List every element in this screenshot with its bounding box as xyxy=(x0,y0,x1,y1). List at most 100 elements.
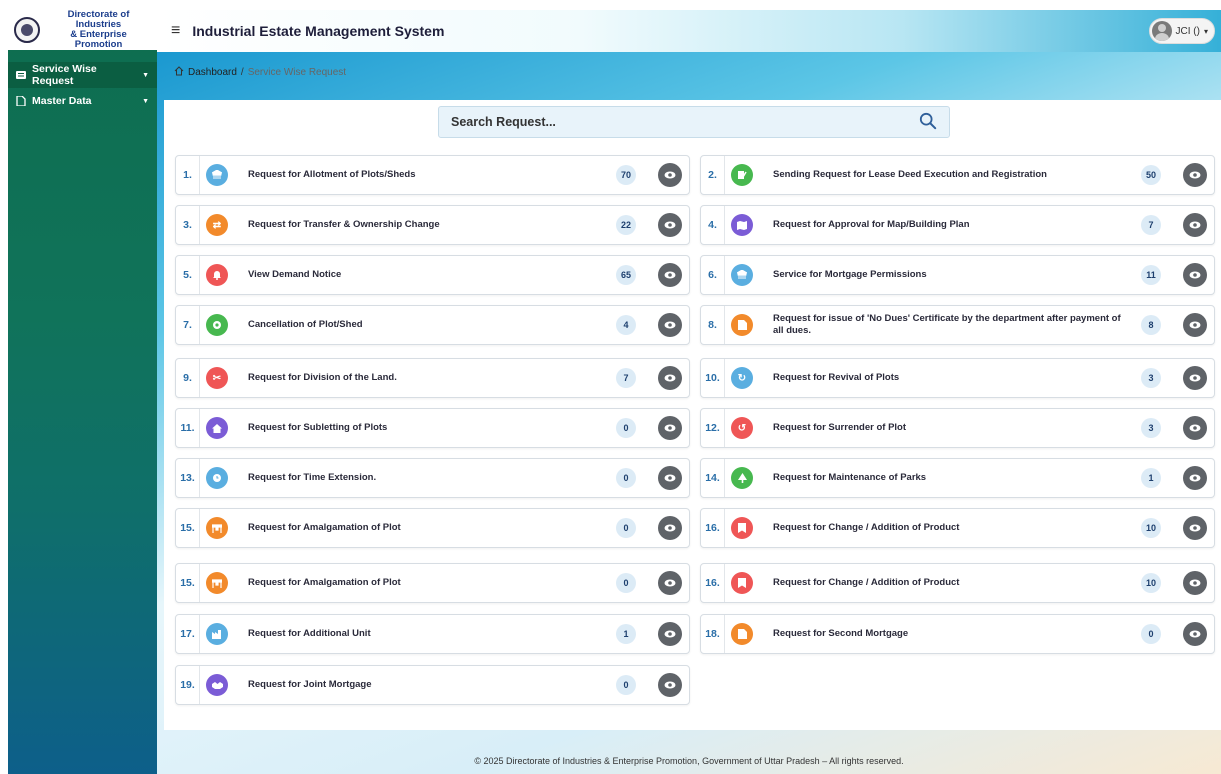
request-count: 22 xyxy=(616,215,636,235)
request-card[interactable]: 8. Request for issue of 'No Dues' Certif… xyxy=(700,305,1215,345)
sidebar: Directorate of Industries & Enterprise P… xyxy=(8,10,157,774)
view-eye-button[interactable] xyxy=(658,213,682,237)
request-card[interactable]: 9. ✂ Request for Division of the Land. 7 xyxy=(175,358,690,398)
request-number: 10. xyxy=(701,359,725,397)
request-label: Request for Division of the Land. xyxy=(248,372,397,383)
request-number: 15. xyxy=(176,564,200,602)
request-card[interactable]: 18. Request for Second Mortgage 0 xyxy=(700,614,1215,654)
view-eye-button[interactable] xyxy=(1183,163,1207,187)
search-icon[interactable] xyxy=(919,112,937,133)
request-label: Request for Approval for Map/Building Pl… xyxy=(773,219,970,230)
eye-icon xyxy=(1189,271,1201,279)
view-eye-button[interactable] xyxy=(658,622,682,646)
user-menu[interactable]: JCI () ▾ xyxy=(1148,18,1215,44)
refresh-icon: ↻ xyxy=(731,367,753,389)
request-count: 1 xyxy=(616,624,636,644)
view-eye-button[interactable] xyxy=(1183,571,1207,595)
request-label: Request for Allotment of Plots/Sheds xyxy=(248,169,416,180)
request-card[interactable]: 12. ↺ Request for Surrender of Plot 3 xyxy=(700,408,1215,448)
hamburger-menu-icon[interactable]: ≡ xyxy=(171,22,180,40)
request-label: Request for Amalgamation of Plot xyxy=(248,522,401,533)
sidebar-item-label: Service Wise Request xyxy=(32,63,97,87)
view-eye-button[interactable] xyxy=(658,516,682,540)
eye-icon xyxy=(664,271,676,279)
request-card[interactable]: 15. Request for Amalgamation of Plot 0 xyxy=(175,563,690,603)
request-label: Sending Request for Lease Deed Execution… xyxy=(773,169,1047,180)
search-input[interactable] xyxy=(451,115,919,129)
request-card[interactable]: 6. Service for Mortgage Permissions 11 xyxy=(700,255,1215,295)
header: ≡ Industrial Estate Management System JC… xyxy=(157,10,1221,52)
eye-icon xyxy=(664,474,676,482)
request-card[interactable]: 7. Cancellation of Plot/Shed 4 xyxy=(175,305,690,345)
request-count: 10 xyxy=(1141,518,1161,538)
view-eye-button[interactable] xyxy=(1183,622,1207,646)
transfer-icon: ⇄ xyxy=(206,214,228,236)
eye-icon xyxy=(664,374,676,382)
view-eye-button[interactable] xyxy=(658,466,682,490)
request-card[interactable]: 5. View Demand Notice 65 xyxy=(175,255,690,295)
request-card[interactable]: 1. Request for Allotment of Plots/Sheds … xyxy=(175,155,690,195)
breadcrumb-separator: / xyxy=(240,67,244,78)
view-eye-button[interactable] xyxy=(658,263,682,287)
breadcrumb-dashboard-link[interactable]: Dashboard xyxy=(188,67,237,78)
request-card[interactable]: 14. Request for Maintenance of Parks 1 xyxy=(700,458,1215,498)
tree-icon xyxy=(731,467,753,489)
request-card[interactable]: 4. Request for Approval for Map/Building… xyxy=(700,205,1215,245)
request-count: 0 xyxy=(616,518,636,538)
view-eye-button[interactable] xyxy=(658,673,682,697)
view-eye-button[interactable] xyxy=(658,163,682,187)
view-eye-button[interactable] xyxy=(1183,416,1207,440)
view-eye-button[interactable] xyxy=(1183,213,1207,237)
brand-line-1: Directorate of Industries xyxy=(67,9,130,30)
request-card[interactable]: 16. Request for Change / Addition of Pro… xyxy=(700,508,1215,548)
request-card[interactable]: 19. Request for Joint Mortgage 0 xyxy=(175,665,690,705)
certificate-icon xyxy=(731,314,753,336)
request-number: 13. xyxy=(176,459,200,497)
request-card[interactable]: 15. Request for Amalgamation of Plot 0 xyxy=(175,508,690,548)
scissors-icon: ✂ xyxy=(206,367,228,389)
request-count: 0 xyxy=(616,418,636,438)
eye-icon xyxy=(664,681,676,689)
request-card[interactable]: 11. Request for Subletting of Plots 0 xyxy=(175,408,690,448)
eye-icon xyxy=(1189,321,1201,329)
request-number: 12. xyxy=(701,409,725,447)
request-card[interactable]: 2. Sending Request for Lease Deed Execut… xyxy=(700,155,1215,195)
view-eye-button[interactable] xyxy=(658,416,682,440)
view-eye-button[interactable] xyxy=(1183,263,1207,287)
view-eye-button[interactable] xyxy=(658,366,682,390)
view-eye-button[interactable] xyxy=(1183,313,1207,337)
view-eye-button[interactable] xyxy=(658,571,682,595)
request-number: 18. xyxy=(701,615,725,653)
request-count: 0 xyxy=(616,468,636,488)
view-eye-button[interactable] xyxy=(1183,366,1207,390)
undo-icon: ↺ xyxy=(731,417,753,439)
eye-icon xyxy=(664,321,676,329)
merge-icon xyxy=(206,517,228,539)
request-number: 3. xyxy=(176,206,200,244)
view-eye-button[interactable] xyxy=(1183,516,1207,540)
request-card[interactable]: 3. ⇄ Request for Transfer & Ownership Ch… xyxy=(175,205,690,245)
view-eye-button[interactable] xyxy=(1183,466,1207,490)
sidebar-item-master-data[interactable]: Master Data ▼ xyxy=(8,88,157,114)
list-icon xyxy=(16,70,26,80)
footer-copyright: © 2025 Directorate of Industries & Enter… xyxy=(474,756,904,766)
request-number: 16. xyxy=(701,509,725,547)
sidebar-item-label: Master Data xyxy=(32,95,92,107)
search-box xyxy=(438,106,950,138)
eye-icon xyxy=(664,579,676,587)
view-eye-button[interactable] xyxy=(658,313,682,337)
request-card[interactable]: 17. Request for Additional Unit 1 xyxy=(175,614,690,654)
eye-icon xyxy=(1189,424,1201,432)
document-icon xyxy=(16,96,26,106)
request-label: Request for Subletting of Plots xyxy=(248,422,388,433)
request-card[interactable]: 10. ↻ Request for Revival of Plots 3 xyxy=(700,358,1215,398)
home-icon xyxy=(174,66,184,79)
eye-icon xyxy=(1189,171,1201,179)
request-label: Request for Additional Unit xyxy=(248,628,371,639)
brand[interactable]: Directorate of Industries & Enterprise P… xyxy=(8,10,157,50)
factory-icon xyxy=(206,623,228,645)
sidebar-item-service-wise-request[interactable]: Service Wise Request ▼ xyxy=(8,62,157,88)
request-count: 3 xyxy=(1141,368,1161,388)
request-card[interactable]: 16. Request for Change / Addition of Pro… xyxy=(700,563,1215,603)
request-card[interactable]: 13. Request for Time Extension. 0 xyxy=(175,458,690,498)
